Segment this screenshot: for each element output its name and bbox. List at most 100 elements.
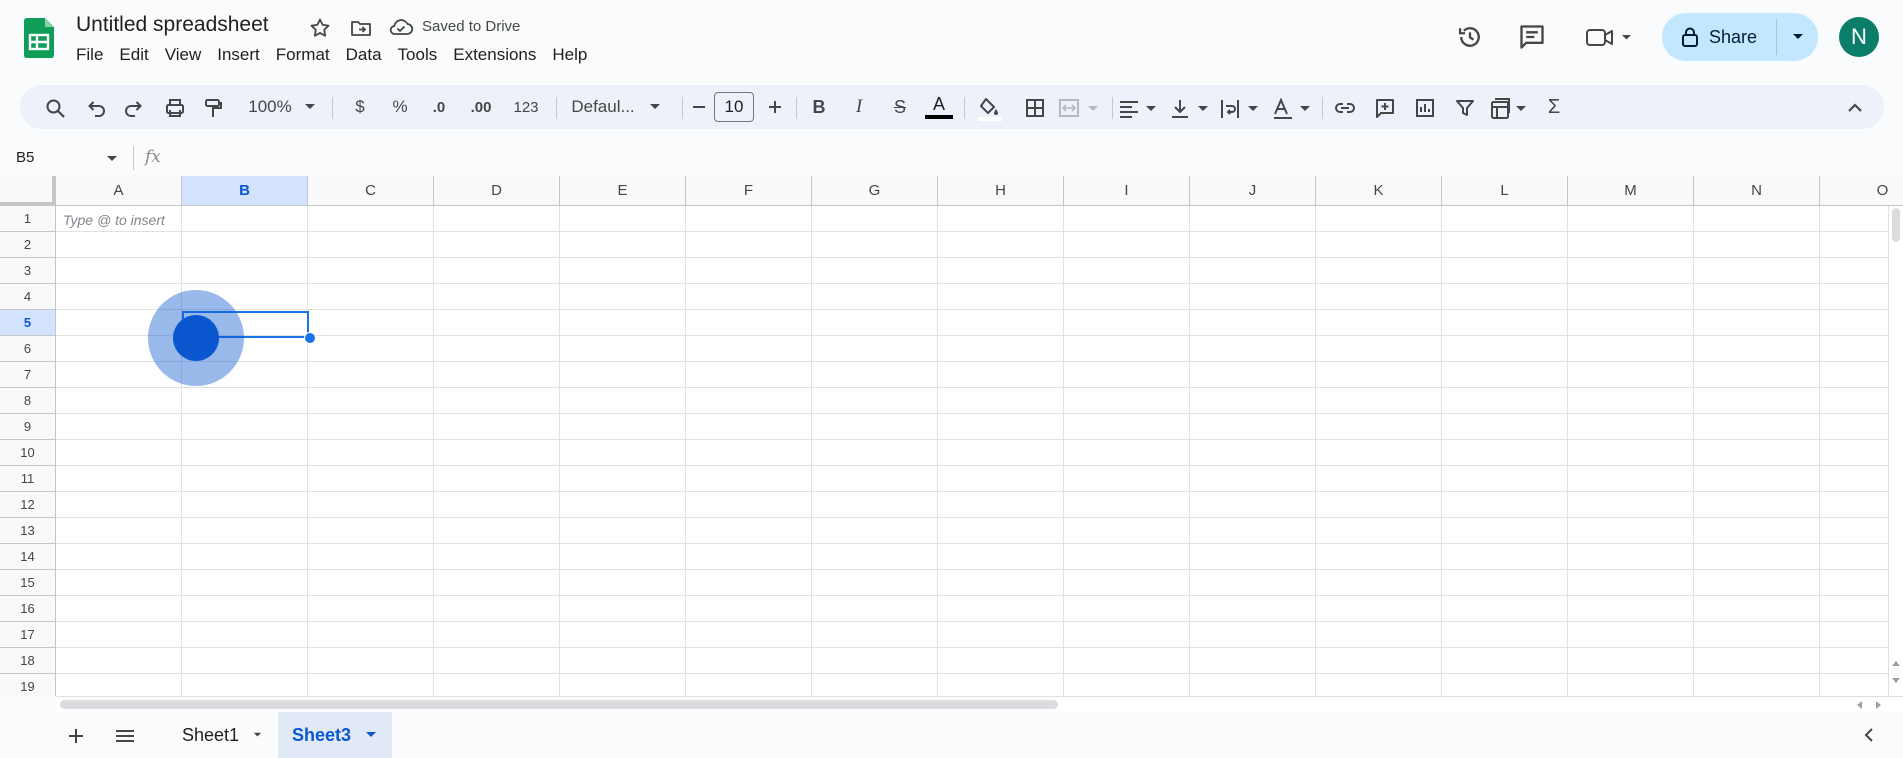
menu-edit[interactable]: Edit	[111, 45, 156, 69]
filter-views-icon[interactable]	[1488, 85, 1532, 129]
insert-chart-icon[interactable]	[1410, 85, 1440, 129]
text-rotation-icon[interactable]	[1272, 85, 1316, 129]
column-header-b[interactable]: B	[182, 176, 308, 206]
text-wrapping-icon[interactable]	[1220, 85, 1264, 129]
vertical-align-icon[interactable]	[1170, 85, 1214, 129]
row-header-4[interactable]: 4	[0, 284, 56, 310]
vertical-scroll-thumb[interactable]	[1892, 208, 1900, 242]
row-header-7[interactable]: 7	[0, 362, 56, 388]
filter-icon[interactable]	[1450, 85, 1480, 129]
share-button[interactable]: Share	[1662, 13, 1776, 61]
column-header-h[interactable]: H	[938, 176, 1064, 206]
row-header-18[interactable]: 18	[0, 648, 56, 674]
row-header-11[interactable]: 11	[0, 466, 56, 492]
row-header-2[interactable]: 2	[0, 232, 56, 258]
menu-insert[interactable]: Insert	[209, 45, 268, 69]
row-header-10[interactable]: 10	[0, 440, 56, 466]
avatar[interactable]: N	[1839, 17, 1879, 57]
save-status[interactable]: Saved to Drive	[422, 18, 520, 35]
add-sheet-icon[interactable]	[66, 726, 86, 746]
column-header-c[interactable]: C	[308, 176, 434, 206]
row-header-8[interactable]: 8	[0, 388, 56, 414]
row-header-9[interactable]: 9	[0, 414, 56, 440]
side-panel-toggle-icon[interactable]	[1862, 727, 1876, 743]
menu-tools[interactable]: Tools	[390, 45, 446, 69]
paint-format-icon[interactable]	[198, 85, 228, 129]
select-all-corner[interactable]	[0, 176, 56, 206]
sheet-tab-sheet1[interactable]: Sheet1	[168, 712, 276, 758]
sheet-tab-caret-icon[interactable]	[253, 731, 262, 739]
scroll-right-icon[interactable]	[1876, 701, 1882, 709]
menu-format[interactable]: Format	[268, 45, 338, 69]
share-dropdown-button[interactable]	[1778, 13, 1818, 61]
column-header-o[interactable]: O	[1820, 176, 1903, 206]
row-header-3[interactable]: 3	[0, 258, 56, 284]
format-currency-button[interactable]: $	[346, 85, 374, 129]
undo-icon[interactable]	[80, 85, 110, 129]
row-header-17[interactable]: 17	[0, 622, 56, 648]
row-header-16[interactable]: 16	[0, 596, 56, 622]
column-header-k[interactable]: K	[1316, 176, 1442, 206]
text-color-button[interactable]: A	[924, 85, 954, 129]
row-header-5[interactable]: 5	[0, 310, 56, 336]
fill-handle[interactable]	[304, 332, 316, 344]
column-header-d[interactable]: D	[434, 176, 560, 206]
menu-help[interactable]: Help	[544, 45, 595, 69]
meet-icon[interactable]	[1585, 25, 1633, 49]
insert-link-icon[interactable]	[1330, 85, 1360, 129]
merge-cells-icon[interactable]	[1058, 85, 1106, 129]
document-title[interactable]: Untitled spreadsheet	[76, 13, 269, 37]
column-header-i[interactable]: I	[1064, 176, 1190, 206]
formula-input[interactable]	[180, 140, 1880, 176]
italic-button[interactable]: I	[846, 85, 872, 129]
row-header-12[interactable]: 12	[0, 492, 56, 518]
column-header-g[interactable]: G	[812, 176, 938, 206]
bold-button[interactable]: B	[806, 85, 832, 129]
row-header-19[interactable]: 19	[0, 674, 56, 696]
horizontal-align-icon[interactable]	[1118, 85, 1162, 129]
search-menus-icon[interactable]	[40, 85, 70, 129]
sheet-tab-caret-icon[interactable]	[365, 731, 377, 739]
column-header-e[interactable]: E	[560, 176, 686, 206]
vertical-scrollbar[interactable]	[1888, 206, 1903, 696]
horizontal-scroll-thumb[interactable]	[60, 700, 1058, 709]
name-box[interactable]: B5	[0, 140, 125, 176]
borders-icon[interactable]	[1020, 85, 1050, 129]
increase-font-size-icon[interactable]	[760, 85, 788, 129]
zoom-caret-icon[interactable]	[300, 85, 320, 129]
version-history-icon[interactable]	[1456, 23, 1484, 51]
font-family-select[interactable]: Defaul...	[560, 85, 672, 129]
decrease-font-size-icon[interactable]	[684, 85, 712, 129]
sheets-logo-icon[interactable]	[24, 18, 54, 58]
menu-extensions[interactable]: Extensions	[445, 45, 544, 69]
font-size-input[interactable]: 10	[714, 92, 754, 122]
sheet-tab-sheet3[interactable]: Sheet3	[278, 712, 392, 758]
column-header-l[interactable]: L	[1442, 176, 1568, 206]
zoom-select[interactable]: 100%	[242, 85, 298, 129]
row-header-14[interactable]: 14	[0, 544, 56, 570]
strikethrough-button[interactable]: S	[886, 85, 914, 129]
star-icon[interactable]	[308, 16, 332, 40]
more-formats-button[interactable]: 123	[508, 85, 544, 129]
cell-area[interactable]	[56, 206, 1903, 696]
increase-decimal-button[interactable]: .00	[462, 85, 500, 129]
scroll-up-icon[interactable]	[1892, 660, 1900, 666]
menu-file[interactable]: File	[76, 45, 111, 69]
insert-comment-icon[interactable]	[1370, 85, 1400, 129]
horizontal-scrollbar[interactable]	[56, 696, 1903, 712]
all-sheets-icon[interactable]	[114, 726, 136, 746]
comments-icon[interactable]	[1518, 24, 1546, 50]
functions-button[interactable]: Σ	[1540, 85, 1568, 129]
print-icon[interactable]	[160, 85, 190, 129]
scroll-left-icon[interactable]	[1856, 701, 1862, 709]
row-header-15[interactable]: 15	[0, 570, 56, 596]
format-percent-button[interactable]: %	[386, 85, 414, 129]
redo-icon[interactable]	[120, 85, 150, 129]
fill-color-icon[interactable]	[972, 85, 1004, 129]
column-header-j[interactable]: J	[1190, 176, 1316, 206]
menu-view[interactable]: View	[157, 45, 210, 69]
column-header-n[interactable]: N	[1694, 176, 1820, 206]
scroll-down-icon[interactable]	[1892, 678, 1900, 684]
column-header-f[interactable]: F	[686, 176, 812, 206]
row-header-6[interactable]: 6	[0, 336, 56, 362]
